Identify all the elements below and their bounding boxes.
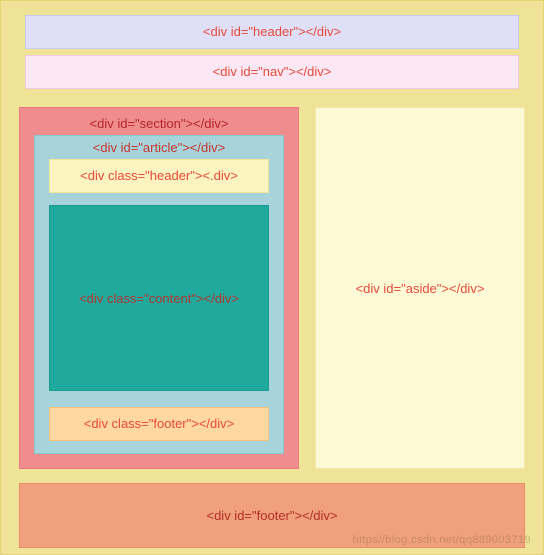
article-inner-footer: <div class="footer"></div> bbox=[49, 407, 269, 441]
header-label: <div id="header"></div> bbox=[203, 24, 341, 39]
article-inner-header: <div class="header"><.div> bbox=[49, 159, 269, 193]
article-inner-content-label: <div class="content"></div> bbox=[79, 291, 239, 306]
article-label: <div id="article"></div> bbox=[93, 138, 225, 159]
footer-box: <div id="footer"></div> bbox=[19, 483, 525, 548]
article-inner-content: <div class="content"></div> bbox=[49, 205, 269, 391]
layout-diagram: <div id="header"></div> <div id="nav"></… bbox=[0, 0, 544, 555]
top-area: <div id="header"></div> <div id="nav"></… bbox=[19, 15, 525, 89]
article-box: <div id="article"></div> <div class="hea… bbox=[34, 135, 284, 454]
nav-label: <div id="nav"></div> bbox=[213, 64, 332, 79]
aside-box: <div id="aside"></div> bbox=[315, 107, 525, 469]
section-label: <div id="section"></div> bbox=[90, 114, 229, 135]
article-inner-header-label: <div class="header"><.div> bbox=[80, 168, 238, 183]
header-box: <div id="header"></div> bbox=[25, 15, 519, 49]
aside-label: <div id="aside"></div> bbox=[356, 281, 485, 296]
article-inner-footer-label: <div class="footer"></div> bbox=[84, 416, 235, 431]
section-box: <div id="section"></div> <div id="articl… bbox=[19, 107, 299, 469]
middle-area: <div id="section"></div> <div id="articl… bbox=[19, 107, 525, 469]
footer-label: <div id="footer"></div> bbox=[206, 508, 337, 523]
nav-box: <div id="nav"></div> bbox=[25, 55, 519, 89]
